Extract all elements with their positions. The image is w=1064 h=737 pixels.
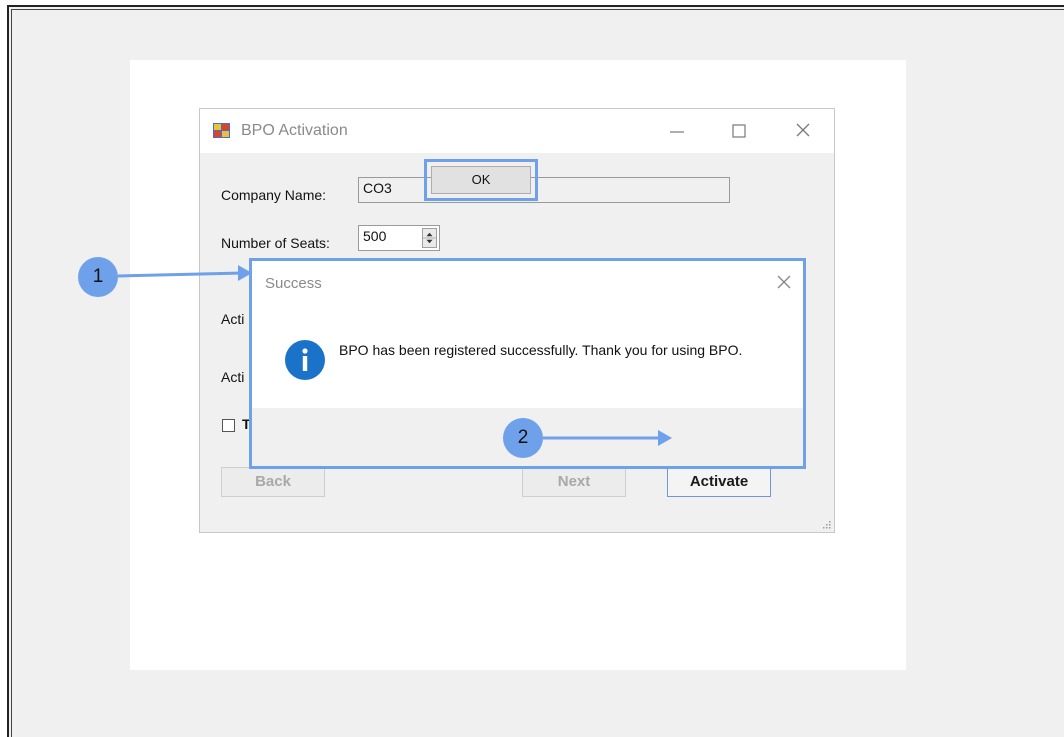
close-icon[interactable] bbox=[788, 117, 818, 145]
activation-label-1: Acti bbox=[221, 311, 245, 327]
company-name-field[interactable]: CO3 bbox=[358, 177, 730, 203]
information-icon bbox=[285, 340, 325, 380]
back-button[interactable]: Back bbox=[221, 467, 325, 497]
number-of-seats-label: Number of Seats: bbox=[221, 235, 330, 251]
dialog-title: Success bbox=[265, 275, 322, 292]
maximize-icon[interactable] bbox=[724, 117, 754, 145]
minimize-icon[interactable] bbox=[662, 117, 692, 145]
next-button[interactable]: Next bbox=[522, 467, 626, 497]
window-titlebar: BPO Activation bbox=[200, 109, 834, 153]
callout-badge-1: 1 bbox=[78, 257, 118, 297]
resize-grip-icon[interactable] bbox=[821, 519, 831, 529]
dialog-message: BPO has been registered successfully. Th… bbox=[339, 342, 743, 358]
callout-badge-2: 2 bbox=[503, 418, 543, 458]
ok-button[interactable]: OK bbox=[431, 166, 531, 194]
dialog-close-icon[interactable] bbox=[773, 271, 795, 293]
seats-value: 500 bbox=[363, 228, 387, 244]
app-icon bbox=[213, 123, 230, 138]
activate-button[interactable]: Activate bbox=[667, 467, 771, 497]
company-name-label: Company Name: bbox=[221, 187, 327, 203]
activation-label-2: Acti bbox=[221, 369, 245, 385]
stepper-arrows-icon[interactable] bbox=[422, 228, 437, 248]
terms-checkbox[interactable] bbox=[222, 419, 235, 432]
window-title: BPO Activation bbox=[241, 122, 348, 139]
